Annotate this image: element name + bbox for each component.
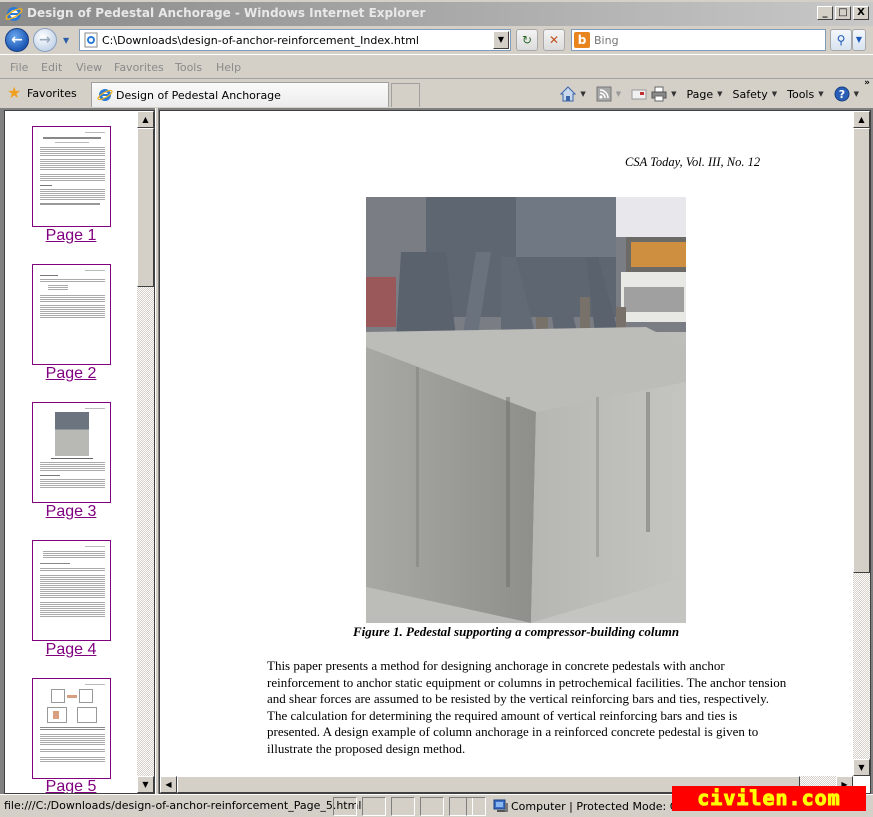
document-frame: CSA Today, Vol. III, No. 12 Figure 1. Pe… (159, 110, 871, 794)
print-dropdown[interactable]: ▼ (671, 90, 676, 98)
figure-caption: Figure 1. Pedestal supporting a compress… (352, 624, 680, 639)
address-dropdown-button[interactable]: ▼ (493, 31, 509, 49)
computer-zone-icon (493, 799, 508, 812)
tab-ie-icon (97, 89, 113, 101)
tools-dropdown-icon: ▼ (818, 90, 824, 98)
scroll-up-button[interactable]: ▲ (137, 111, 154, 128)
status-pane (391, 797, 415, 816)
security-zone-text[interactable]: Computer | Protected Mode: Off (511, 800, 686, 813)
abstract-paragraph: This paper presents a method for designi… (267, 658, 787, 756)
forward-arrow-icon: → (39, 32, 51, 48)
stop-button[interactable]: ✕ (543, 29, 565, 51)
status-pane (362, 797, 386, 816)
title-bar: Design of Pedestal Anchorage - Windows I… (0, 0, 873, 26)
print-icon[interactable] (651, 86, 667, 102)
overflow-chevron-icon[interactable]: » (864, 78, 870, 88)
document-vertical-scrollbar[interactable]: ▲ ▼ (853, 111, 870, 776)
minimize-button[interactable]: _ (817, 6, 833, 20)
page-menu[interactable]: Page (687, 88, 714, 101)
journal-header: CSA Today, Vol. III, No. 12 (625, 155, 761, 169)
doc-scroll-up-button[interactable]: ▲ (853, 111, 870, 128)
page-link-1[interactable]: Page 1 (5, 227, 137, 245)
frameset: Page 1 Page 2 Page 3 Page 4 Page 5 ▲ ▼ C… (0, 108, 873, 794)
status-url: file:///C:/Downloads/design-of-anchor-re… (4, 799, 362, 812)
magnifier-icon: ⚲ (836, 33, 846, 47)
forward-button[interactable]: → (33, 28, 57, 52)
watermark-logo: civilen.com (672, 786, 866, 811)
figure-photo-pedestal (366, 197, 686, 623)
menu-tools[interactable]: Tools (175, 61, 202, 74)
address-field[interactable]: ▼ (79, 29, 511, 51)
close-button[interactable]: X (853, 6, 869, 20)
scrollbar-thumb[interactable] (137, 128, 154, 287)
feeds-dropdown[interactable]: ▼ (616, 90, 621, 98)
scroll-down-button[interactable]: ▼ (137, 776, 154, 793)
new-tab-button[interactable] (391, 83, 420, 107)
ie-logo-icon (5, 7, 23, 21)
page-link-4[interactable]: Page 4 (5, 641, 137, 659)
doc-scroll-left-button[interactable]: ◀ (160, 776, 177, 793)
page-link-5[interactable]: Page 5 (5, 778, 137, 793)
search-options-dropdown[interactable]: ▼ (852, 29, 866, 51)
tab-title: Design of Pedestal Anchorage (116, 89, 281, 102)
page-thumbnail-2[interactable] (32, 264, 111, 365)
refresh-button[interactable]: ↻ (516, 29, 538, 51)
command-bar: ▼ ▼ ▼ Page ▼ Safety ▼ Tools ▼ ? ▼ (560, 84, 869, 104)
doc-scrollbar-thumb[interactable] (853, 128, 870, 573)
favorites-star-icon[interactable]: ★ (7, 85, 21, 101)
tools-menu[interactable]: Tools (787, 88, 814, 101)
menu-bar: File Edit View Favorites Tools Help (0, 56, 873, 79)
recent-pages-dropdown[interactable]: ▼ (63, 36, 69, 45)
address-toolbar: ← → ▼ ▼ ↻ ✕ b ⚲ ▼ (0, 26, 873, 55)
svg-text:?: ? (838, 88, 844, 101)
page-link-2[interactable]: Page 2 (5, 365, 137, 383)
maximize-button[interactable]: □ (835, 6, 851, 20)
window-title: Design of Pedestal Anchorage - Windows I… (27, 6, 426, 20)
home-icon[interactable] (560, 86, 577, 102)
thumbnail-vertical-scrollbar[interactable]: ▲ ▼ (137, 111, 154, 793)
mail-icon[interactable] (631, 86, 647, 102)
status-pane (333, 797, 357, 816)
menu-help[interactable]: Help (216, 61, 241, 74)
page-link-3[interactable]: Page 3 (5, 503, 137, 521)
search-field[interactable]: b (571, 29, 826, 51)
page-thumbnail-1[interactable] (32, 126, 111, 227)
page-thumbnail-4[interactable] (32, 540, 111, 641)
menu-file[interactable]: File (10, 61, 28, 74)
safety-menu[interactable]: Safety (733, 88, 768, 101)
refresh-icon: ↻ (521, 33, 533, 47)
favorites-button[interactable]: Favorites (27, 87, 77, 100)
feeds-icon[interactable] (596, 86, 612, 102)
menu-view[interactable]: View (76, 61, 102, 74)
safety-dropdown-icon: ▼ (771, 90, 778, 98)
menu-favorites[interactable]: Favorites (114, 61, 164, 74)
page-ie-icon (84, 32, 98, 48)
help-icon[interactable]: ? (834, 86, 850, 102)
search-button[interactable]: ⚲ (830, 29, 852, 51)
menu-edit[interactable]: Edit (41, 61, 62, 74)
help-dropdown[interactable]: ▼ (854, 90, 859, 98)
back-button[interactable]: ← (5, 28, 29, 52)
doc-scroll-down-button[interactable]: ▼ (853, 759, 870, 776)
thumbnail-frame: Page 1 Page 2 Page 3 Page 4 Page 5 ▲ ▼ (4, 110, 155, 794)
status-pane (420, 797, 444, 816)
page-thumbnail-3[interactable] (32, 402, 111, 503)
page-dropdown-icon: ▼ (717, 90, 723, 98)
page-thumbnail-5[interactable] (32, 678, 111, 779)
stop-icon: ✕ (548, 33, 560, 47)
url-input[interactable] (102, 32, 492, 48)
home-dropdown[interactable]: ▼ (580, 90, 585, 98)
bing-logo-icon: b (574, 32, 590, 48)
back-arrow-icon: ← (11, 32, 23, 48)
tab-design-of-pedestal-anchorage[interactable]: Design of Pedestal Anchorage (91, 82, 389, 107)
status-pane (466, 797, 486, 816)
favorites-bar: ★ Favorites Design of Pedestal Anchorage… (0, 78, 873, 108)
search-input[interactable] (594, 32, 819, 48)
